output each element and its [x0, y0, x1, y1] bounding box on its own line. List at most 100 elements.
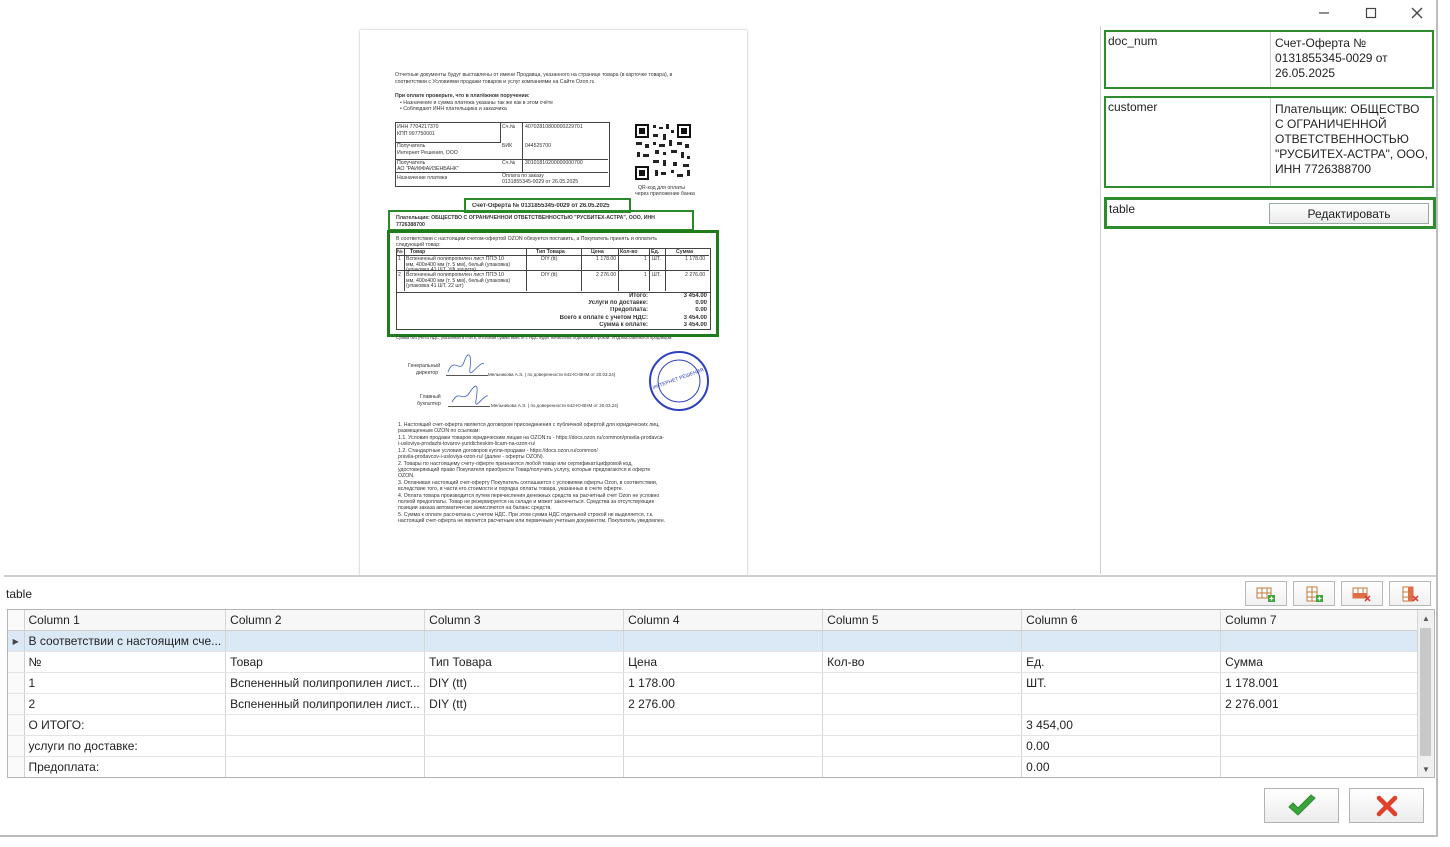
grid-cell[interactable]: [1021, 693, 1222, 715]
table-row[interactable]: № Товар Тип Товара Цена Кол-во Ед. Сумма: [8, 651, 1421, 673]
grid-cell[interactable]: Предоплата:: [24, 756, 227, 777]
sign-name-2: Мельникова А.Э. ( по доверенности 642-Ю-…: [491, 403, 619, 408]
grid-cell[interactable]: Цена: [623, 651, 824, 673]
grid-cell[interactable]: В соответствии с настоящим сче...: [24, 630, 227, 652]
row-indicator[interactable]: [8, 735, 25, 757]
grid-cell[interactable]: [822, 693, 1023, 715]
grid-cell[interactable]: 1: [24, 672, 227, 694]
grid-cell[interactable]: [623, 714, 824, 736]
grid-cell[interactable]: [822, 714, 1023, 736]
scroll-down-icon[interactable]: ▼: [1418, 761, 1434, 777]
column-header[interactable]: Column 7: [1220, 610, 1421, 631]
ok-button[interactable]: [1264, 788, 1339, 823]
grid-cell[interactable]: 3 454,00: [1021, 714, 1222, 736]
grid-cell[interactable]: Сумма: [1220, 651, 1421, 673]
grid-cell[interactable]: 0.00: [1021, 735, 1222, 757]
grid-cell[interactable]: [225, 714, 426, 736]
add-row-icon: [1256, 587, 1275, 602]
doc-r1-sum: 1 178.00: [685, 256, 706, 262]
table-row[interactable]: 1 Вспененный полипропилен лист... DIY (t…: [8, 672, 1421, 694]
vertical-scrollbar[interactable]: ▲ ▼: [1417, 610, 1434, 777]
grid-cell[interactable]: О ИТОГО:: [24, 714, 227, 736]
table-row[interactable]: ▶ В соответствии с настоящим сче...: [8, 630, 1421, 652]
grid-cell[interactable]: Вспененный полипропилен лист...: [225, 693, 426, 715]
grid-cell[interactable]: [1220, 630, 1421, 652]
column-header[interactable]: Column 5: [822, 610, 1023, 631]
delete-column-button[interactable]: [1389, 581, 1431, 606]
add-column-button[interactable]: [1293, 581, 1335, 606]
scroll-thumb[interactable]: [1420, 628, 1431, 756]
grid-cell[interactable]: [424, 630, 625, 652]
table-row[interactable]: 2 Вспененный полипропилен лист... DIY (t…: [8, 693, 1421, 715]
table-row[interactable]: Предоплата: 0.00: [8, 756, 1421, 777]
grid-cell[interactable]: [1220, 735, 1421, 757]
row-indicator[interactable]: [8, 714, 25, 736]
checkmark-icon: [1287, 793, 1316, 816]
grid-cell[interactable]: Тип Товара: [424, 651, 625, 673]
grid-cell[interactable]: 1 178.00: [623, 672, 824, 694]
grid-cell[interactable]: 2 276.001: [1220, 693, 1421, 715]
grid-cell[interactable]: [822, 735, 1023, 757]
doc-delivery-label: Услуги по доставке:: [588, 300, 648, 306]
grid-cell[interactable]: [424, 714, 625, 736]
grid-cell[interactable]: 0.00: [1021, 756, 1222, 777]
maximize-button[interactable]: [1356, 4, 1386, 22]
grid-cell[interactable]: 2 276.00: [623, 693, 824, 715]
grid-cell[interactable]: [1220, 714, 1421, 736]
grid-cell[interactable]: [623, 756, 824, 777]
grid-cell[interactable]: [225, 735, 426, 757]
grid-cell[interactable]: [225, 630, 426, 652]
row-indicator[interactable]: [8, 693, 25, 715]
grid-cell[interactable]: [1021, 630, 1222, 652]
field-value[interactable]: Плательщик: ОБЩЕСТВО С ОГРАНИЧЕННОЙ ОТВЕ…: [1270, 98, 1432, 186]
grid-cell[interactable]: [623, 735, 824, 757]
grid-cell[interactable]: Ед.: [1021, 651, 1222, 673]
stamp-icon: ИНТЕРНЕТ РЕШЕНИЯ: [649, 351, 709, 411]
grid-cell[interactable]: услуги по доставке:: [24, 735, 227, 757]
edit-table-button[interactable]: Редактировать: [1269, 203, 1429, 224]
grid-cell[interactable]: [424, 735, 625, 757]
grid-cell[interactable]: [623, 630, 824, 652]
column-header[interactable]: Column 4: [623, 610, 824, 631]
bank-corr-label: Сч.№: [502, 160, 516, 166]
column-header[interactable]: Column 6: [1021, 610, 1222, 631]
column-header[interactable]: Column 1: [24, 610, 227, 631]
add-row-button[interactable]: [1245, 581, 1287, 606]
field-customer[interactable]: customer Плательщик: ОБЩЕСТВО С ОГРАНИЧЕ…: [1104, 96, 1434, 188]
column-header[interactable]: Column 3: [424, 610, 625, 631]
grid-cell[interactable]: 1 178.001: [1220, 672, 1421, 694]
row-indicator[interactable]: [8, 672, 25, 694]
grid-cell[interactable]: [1220, 756, 1421, 777]
table-row[interactable]: услуги по доставке: 0.00: [8, 735, 1421, 757]
doc-r2-sum: 2 276.00: [685, 272, 706, 278]
grid-cell[interactable]: ШТ.: [1021, 672, 1222, 694]
grid-cell[interactable]: [822, 756, 1023, 777]
grid-cell[interactable]: Вспененный полипропилен лист...: [225, 672, 426, 694]
grid-cell[interactable]: DIY (tt): [424, 693, 625, 715]
data-grid[interactable]: Column 1 Column 2 Column 3 Column 4 Colu…: [7, 609, 1435, 778]
close-window-button[interactable]: [1402, 4, 1432, 22]
field-doc-num[interactable]: doc_num Счет-Оферта № 0131855345-0029 от…: [1104, 30, 1434, 89]
grid-cell[interactable]: Кол-во: [822, 651, 1023, 673]
grid-cell[interactable]: DIY (tt): [424, 672, 625, 694]
field-table[interactable]: table Редактировать: [1104, 197, 1436, 229]
cancel-button[interactable]: [1349, 788, 1424, 823]
minimize-button[interactable]: [1309, 4, 1339, 22]
field-value[interactable]: Счет-Оферта № 0131855345-0029 от 26.05.2…: [1270, 32, 1432, 87]
row-indicator[interactable]: [8, 651, 25, 673]
grid-cell[interactable]: [822, 672, 1023, 694]
row-indicator[interactable]: [8, 756, 25, 777]
grid-cell[interactable]: 2: [24, 693, 227, 715]
splitter[interactable]: [4, 575, 1436, 577]
grid-cell[interactable]: [822, 630, 1023, 652]
row-indicator[interactable]: ▶: [8, 630, 25, 652]
column-header[interactable]: Column 2: [225, 610, 426, 631]
delete-row-button[interactable]: [1341, 581, 1383, 606]
grid-cell[interactable]: [225, 756, 426, 777]
grid-cell[interactable]: Товар: [225, 651, 426, 673]
grid-cell[interactable]: №: [24, 651, 227, 673]
doc-line: При оплате проверьте, что в платёжном по…: [395, 93, 530, 99]
table-row[interactable]: О ИТОГО: 3 454,00: [8, 714, 1421, 736]
grid-cell[interactable]: [424, 756, 625, 777]
scroll-up-icon[interactable]: ▲: [1418, 610, 1434, 626]
